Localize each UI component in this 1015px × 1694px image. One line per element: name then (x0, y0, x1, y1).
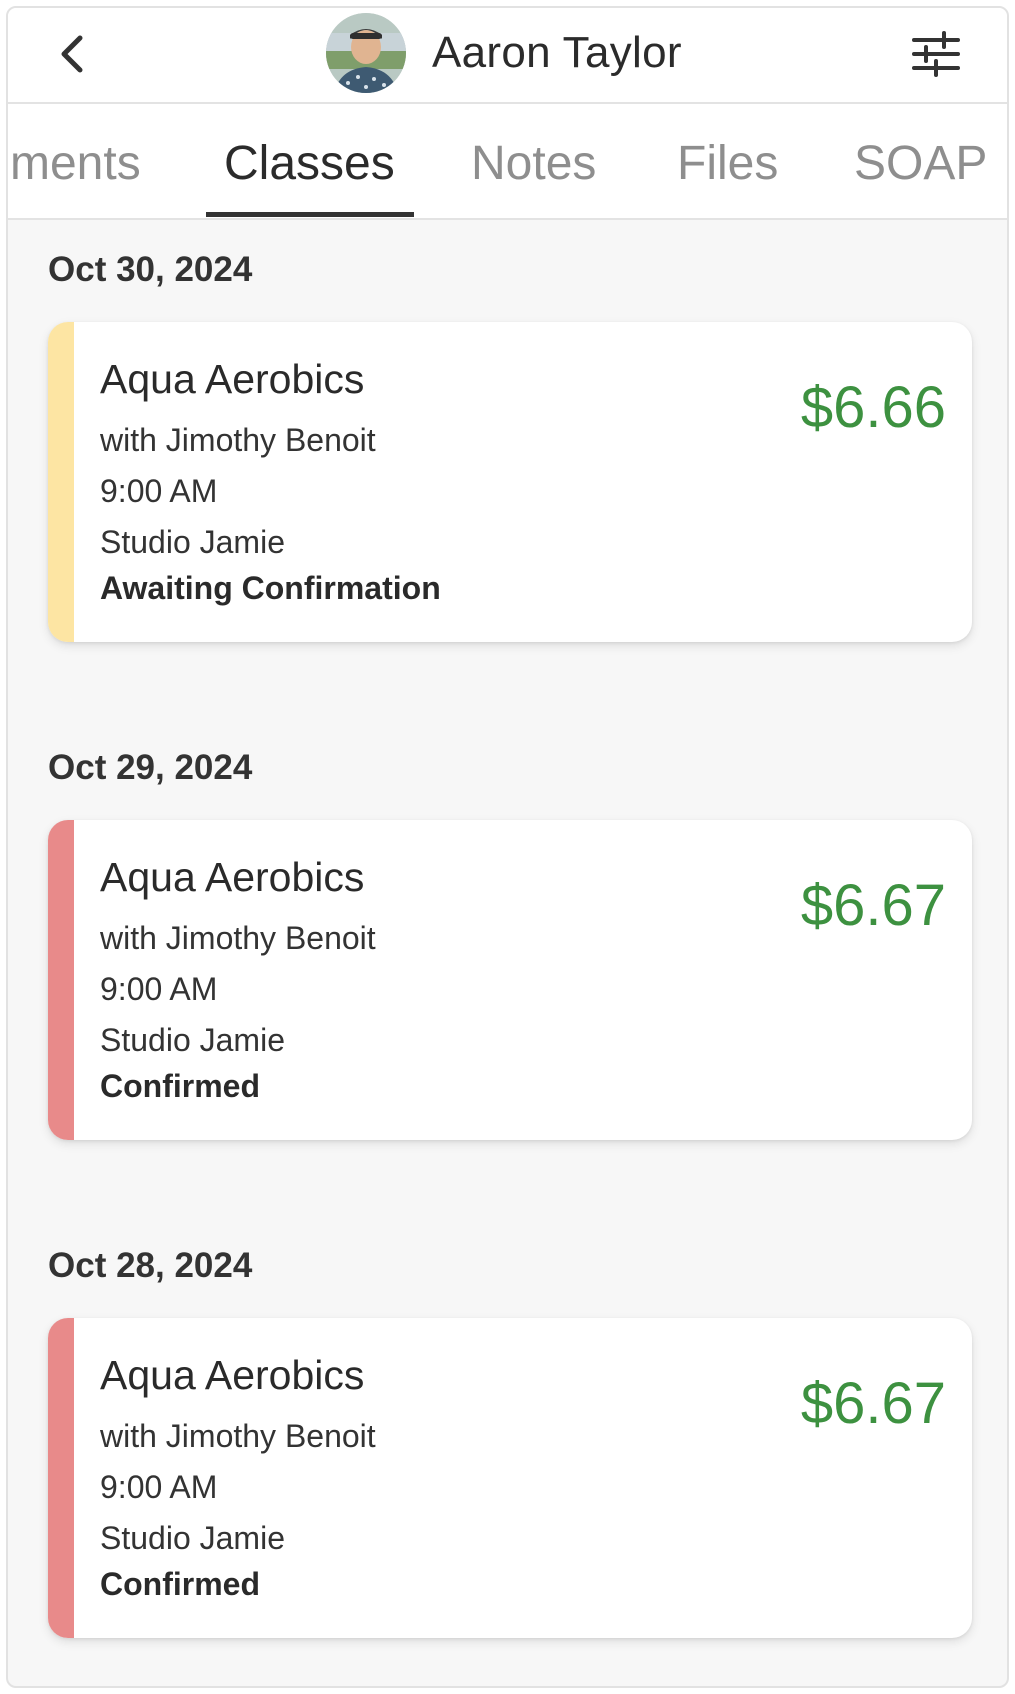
status-stripe (48, 322, 74, 642)
section-date: Oct 28, 2024 (48, 1246, 253, 1285)
class-instructor: with Jimothy Benoit (100, 920, 376, 956)
active-tab-indicator (206, 212, 414, 217)
tab-appointments[interactable]: ments (10, 136, 141, 191)
status-stripe (48, 820, 74, 1140)
class-time: 9:00 AM (100, 971, 218, 1007)
client-name: Aaron Taylor (432, 28, 682, 77)
class-location: Studio Jamie (100, 1520, 285, 1556)
tab-notes[interactable]: Notes (471, 136, 596, 191)
header-bar: Aaron Taylor (8, 8, 1007, 104)
avatar-photo (326, 13, 406, 93)
class-price: $6.67 (800, 873, 946, 938)
class-price: $6.66 (800, 375, 946, 440)
tab-bar: ments Classes Notes Files SOAP (8, 104, 1007, 220)
status-stripe (48, 1318, 74, 1638)
tab-soap[interactable]: SOAP (854, 136, 987, 191)
app-frame: Aaron Taylor ments Classes Notes Files S… (6, 6, 1009, 1688)
class-location: Studio Jamie (100, 524, 285, 560)
class-title: Aqua Aerobics (100, 854, 365, 900)
tab-classes[interactable]: Classes (224, 136, 395, 191)
back-button[interactable] (48, 28, 100, 80)
class-card[interactable]: Aqua Aerobics with Jimothy Benoit 9:00 A… (48, 820, 972, 1140)
class-location: Studio Jamie (100, 1022, 285, 1058)
chevron-left-icon (61, 35, 83, 73)
class-instructor: with Jimothy Benoit (100, 1418, 376, 1454)
filter-button[interactable] (908, 28, 964, 80)
class-title: Aqua Aerobics (100, 356, 365, 402)
class-card[interactable]: Aqua Aerobics with Jimothy Benoit 9:00 A… (48, 1318, 972, 1638)
avatar (326, 13, 406, 93)
class-title: Aqua Aerobics (100, 1352, 365, 1398)
section-date: Oct 30, 2024 (48, 250, 253, 289)
section-date: Oct 29, 2024 (48, 748, 253, 787)
sliders-icon (912, 31, 960, 77)
class-card[interactable]: Aqua Aerobics with Jimothy Benoit 9:00 A… (48, 322, 972, 642)
class-time: 9:00 AM (100, 1469, 218, 1505)
class-status: Awaiting Confirmation (100, 570, 441, 606)
class-price: $6.67 (800, 1371, 946, 1436)
tab-files[interactable]: Files (677, 136, 778, 191)
class-status: Confirmed (100, 1068, 260, 1104)
class-status: Confirmed (100, 1566, 260, 1602)
class-time: 9:00 AM (100, 473, 218, 509)
class-instructor: with Jimothy Benoit (100, 422, 376, 458)
